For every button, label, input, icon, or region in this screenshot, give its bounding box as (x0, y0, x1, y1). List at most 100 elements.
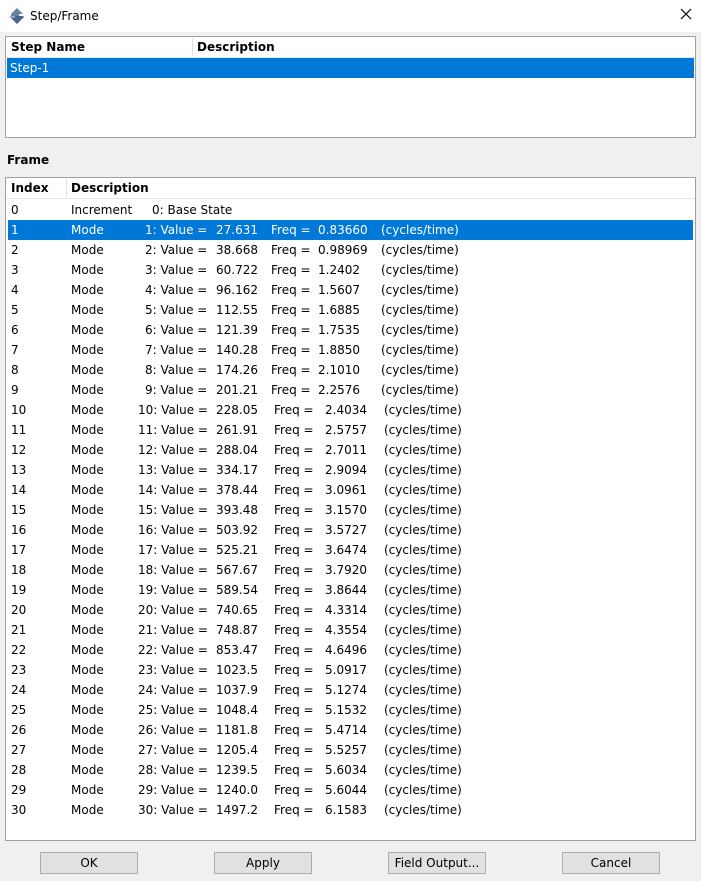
frame-freq-cell: 0.98969 (318, 243, 368, 257)
frame-freq-cell: 0.83660 (318, 223, 368, 237)
frame-row[interactable]: 5 Mode 5: Value = 112.55 Freq = 1.6885 (cycles… (8, 300, 693, 320)
frame-unit-cell: (cycles/time) (384, 603, 462, 617)
frame-value-cell: 334.17 (216, 463, 258, 477)
step-row[interactable]: Step-1 (7, 58, 694, 78)
frame-value-cell: 112.55 (216, 303, 258, 317)
frame-row[interactable]: 9 Mode 9: Value = 201.21 Freq = 2.2576 (cycles… (8, 380, 693, 400)
frame-row[interactable]: 6 Mode 6: Value = 121.39 Freq = 1.7535 (cycles… (8, 320, 693, 340)
frame-freq-cell: 4.3314 (325, 603, 367, 617)
frame-freq-cell: 1.6885 (318, 303, 360, 317)
frame-label-cell: 24: Value = (138, 683, 208, 697)
frame-index-cell: 0 (11, 203, 19, 217)
frame-value-cell: 288.04 (216, 443, 258, 457)
frame-row[interactable]: 3 Mode 3: Value = 60.722 Freq = 1.2402 (cycles… (8, 260, 693, 280)
step-table-header: Step Name Description (6, 37, 695, 58)
frame-value-cell: 38.668 (216, 243, 258, 257)
frame-row[interactable]: 28 Mode 28: Value = 1239.5 Freq = 5.6034 (cycl… (8, 760, 693, 780)
frame-value-cell: 1023.5 (216, 663, 258, 677)
frame-row[interactable]: 13 Mode 13: Value = 334.17 Freq = 2.9094 (cycl… (8, 460, 693, 480)
frame-row[interactable]: 19 Mode 19: Value = 589.54 Freq = 3.8644 (cycl… (8, 580, 693, 600)
frame-row[interactable]: 30 Mode 30: Value = 1497.2 Freq = 6.1583 (cycl… (8, 800, 693, 820)
frame-index-cell: 6 (11, 323, 19, 337)
frame-index-cell: 5 (11, 303, 19, 317)
frame-row[interactable]: 29 Mode 29: Value = 1240.0 Freq = 5.6044 (cycl… (8, 780, 693, 800)
frame-freq-label: Freq = (271, 223, 311, 237)
frame-row[interactable]: 0 Increment 0: Base State (8, 200, 693, 220)
frame-value-cell: 378.44 (216, 483, 258, 497)
frame-row[interactable]: 1 Mode 1: Value = 27.631 Freq = 0.83660 (cycle… (8, 220, 693, 240)
frame-freq-label: Freq = (274, 463, 314, 477)
frame-freq-cell: 2.2576 (318, 383, 360, 397)
frame-unit-cell: (cycles/time) (381, 223, 459, 237)
frame-kind-cell: Mode (71, 803, 104, 817)
frame-row[interactable]: 7 Mode 7: Value = 140.28 Freq = 1.8850 (cycles… (8, 340, 693, 360)
frame-row[interactable]: 21 Mode 21: Value = 748.87 Freq = 4.3554 (cycl… (8, 620, 693, 640)
frame-kind-cell: Mode (71, 363, 104, 377)
frame-row[interactable]: 4 Mode 4: Value = 96.162 Freq = 1.5607 (cycles… (8, 280, 693, 300)
frame-kind-cell: Mode (71, 623, 104, 637)
frame-row[interactable]: 27 Mode 27: Value = 1205.4 Freq = 5.5257 (cycl… (8, 740, 693, 760)
column-header-step-name[interactable]: Step Name (6, 37, 192, 57)
frame-index-cell: 22 (11, 643, 27, 657)
frame-freq-label: Freq = (271, 363, 311, 377)
frame-freq-label: Freq = (271, 303, 311, 317)
apply-button[interactable]: Apply (214, 852, 312, 874)
frame-row[interactable]: 8 Mode 8: Value = 174.26 Freq = 2.1010 (cycles… (8, 360, 693, 380)
frame-row[interactable]: 2 Mode 2: Value = 38.668 Freq = 0.98969 (cycle… (8, 240, 693, 260)
frame-row[interactable]: 10 Mode 10: Value = 228.05 Freq = 2.4034 (cycl… (8, 400, 693, 420)
frame-label-cell: 27: Value = (138, 743, 208, 757)
frame-row[interactable]: 17 Mode 17: Value = 525.21 Freq = 3.6474 (cycl… (8, 540, 693, 560)
frame-value-cell: 589.54 (216, 583, 258, 597)
frame-index-cell: 25 (11, 703, 27, 717)
frame-unit-cell: (cycles/time) (384, 663, 462, 677)
frame-freq-label: Freq = (271, 343, 311, 357)
column-header-index[interactable]: Index (6, 178, 66, 198)
frame-label-cell: 4: Value = (145, 283, 208, 297)
frame-freq-label: Freq = (274, 563, 314, 577)
cancel-button[interactable]: Cancel (562, 852, 660, 874)
frame-kind-cell: Mode (71, 783, 104, 797)
frame-unit-cell: (cycles/time) (381, 263, 459, 277)
frame-row[interactable]: 14 Mode 14: Value = 378.44 Freq = 3.0961 (cycl… (8, 480, 693, 500)
frame-freq-label: Freq = (274, 723, 314, 737)
frame-unit-cell: (cycles/time) (384, 563, 462, 577)
frame-row[interactable]: 25 Mode 25: Value = 1048.4 Freq = 5.1532 (cycl… (8, 700, 693, 720)
frame-unit-cell: (cycles/time) (384, 803, 462, 817)
column-header-description[interactable]: Description (192, 37, 392, 57)
frame-unit-cell: (cycles/time) (384, 443, 462, 457)
frame-value-cell: 60.722 (216, 263, 258, 277)
frame-kind-cell: Mode (71, 243, 104, 257)
frame-row[interactable]: 15 Mode 15: Value = 393.48 Freq = 3.1570 (cycl… (8, 500, 693, 520)
frame-row[interactable]: 18 Mode 18: Value = 567.67 Freq = 3.7920 (cycl… (8, 560, 693, 580)
frame-row[interactable]: 26 Mode 26: Value = 1181.8 Freq = 5.4714 (cycl… (8, 720, 693, 740)
frame-unit-cell: (cycles/time) (384, 543, 462, 557)
frame-row[interactable]: 16 Mode 16: Value = 503.92 Freq = 3.5727 (cycl… (8, 520, 693, 540)
frame-freq-cell: 4.6496 (325, 643, 367, 657)
field-output-button[interactable]: Field Output... (388, 852, 486, 874)
frame-label-cell: 12: Value = (138, 443, 208, 457)
frame-freq-cell: 3.7920 (325, 563, 367, 577)
frame-freq-label: Freq = (274, 743, 314, 757)
frame-label-cell: 9: Value = (145, 383, 208, 397)
frame-index-cell: 10 (11, 403, 27, 417)
frame-row[interactable]: 22 Mode 22: Value = 853.47 Freq = 4.6496 (cycl… (8, 640, 693, 660)
frame-row[interactable]: 20 Mode 20: Value = 740.65 Freq = 4.3314 (cycl… (8, 600, 693, 620)
frame-index-cell: 9 (11, 383, 19, 397)
frame-row[interactable]: 23 Mode 23: Value = 1023.5 Freq = 5.0917 (cycl… (8, 660, 693, 680)
frame-freq-cell: 2.1010 (318, 363, 360, 377)
frame-kind-cell: Mode (71, 383, 104, 397)
frame-value-cell: 121.39 (216, 323, 258, 337)
frame-kind-cell: Mode (71, 603, 104, 617)
frame-value-cell: 1239.5 (216, 763, 258, 777)
frame-kind-cell: Mode (71, 503, 104, 517)
frame-label-cell: 23: Value = (138, 663, 208, 677)
column-header-description[interactable]: Description (66, 178, 266, 198)
frame-index-cell: 29 (11, 783, 27, 797)
frame-row[interactable]: 12 Mode 12: Value = 288.04 Freq = 2.7011 (cycl… (8, 440, 693, 460)
frame-row[interactable]: 24 Mode 24: Value = 1037.9 Freq = 5.1274 (cycl… (8, 680, 693, 700)
ok-button[interactable]: OK (40, 852, 138, 874)
frame-kind-cell: Mode (71, 643, 104, 657)
close-button[interactable] (671, 0, 701, 30)
frame-index-cell: 19 (11, 583, 27, 597)
frame-row[interactable]: 11 Mode 11: Value = 261.91 Freq = 2.5757 (cycl… (8, 420, 693, 440)
